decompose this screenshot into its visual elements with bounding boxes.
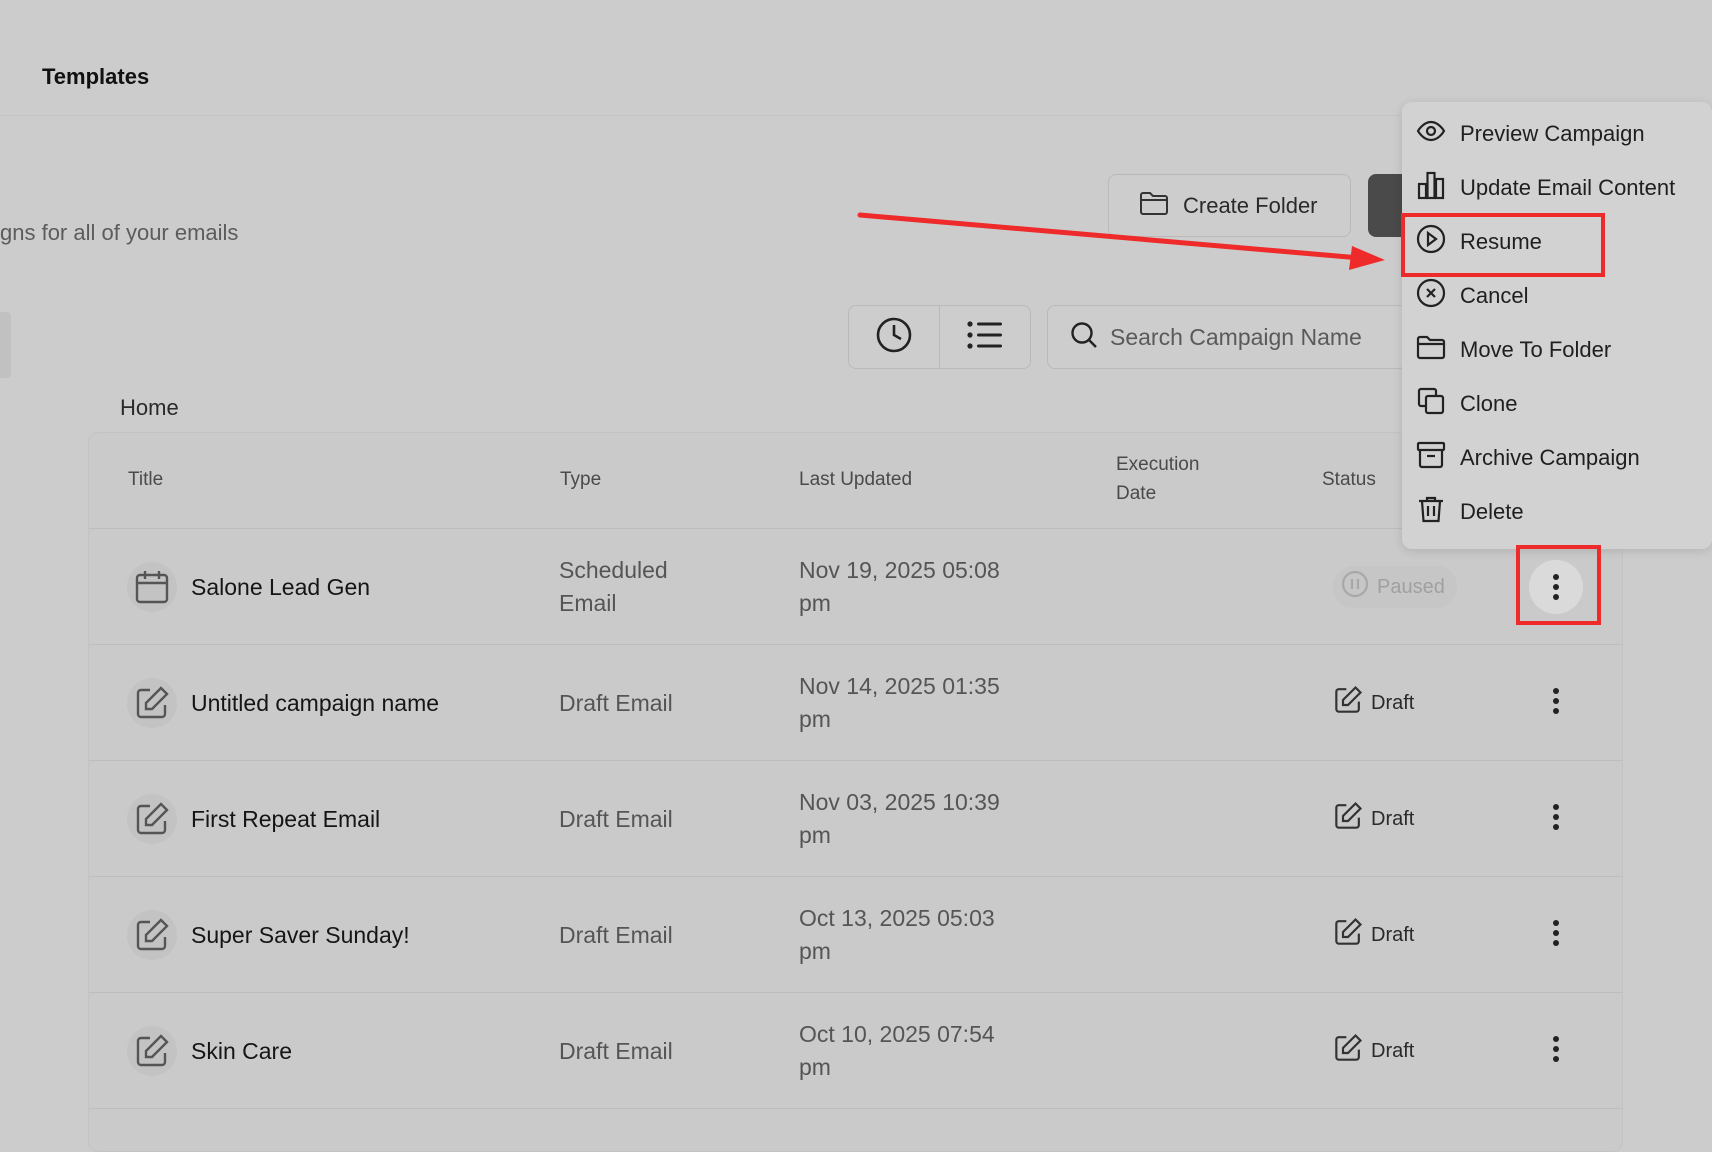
- annotation-arrow: [857, 212, 1385, 270]
